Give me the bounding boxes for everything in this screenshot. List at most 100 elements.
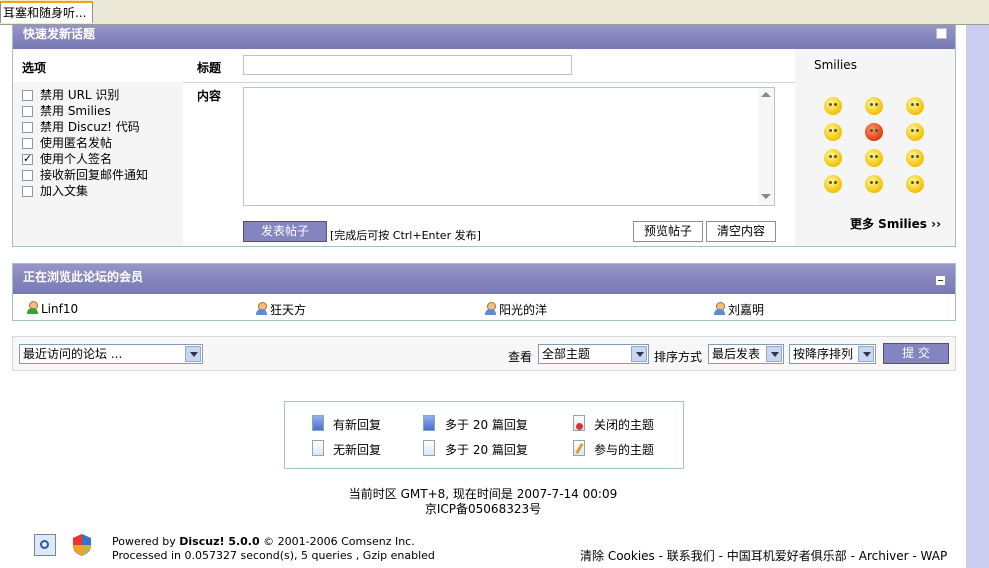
- smiley-biggrin-icon[interactable]: [906, 97, 924, 115]
- chevron-down-icon[interactable]: [185, 346, 201, 362]
- checkbox-anonymous[interactable]: [22, 138, 33, 149]
- textarea-scrollbar[interactable]: [758, 88, 774, 205]
- icp-text: 京ICP备05068323号: [424, 502, 542, 516]
- clear-button[interactable]: 清空内容: [706, 221, 776, 242]
- smiley-sad-icon[interactable]: [865, 97, 883, 115]
- site-link[interactable]: 中国耳机爱好者俱乐部: [727, 549, 847, 563]
- smiley-smile-icon[interactable]: [824, 97, 842, 115]
- browser-tab[interactable]: 耳塞和随身听...: [0, 1, 94, 23]
- smilies-label: Smilies: [814, 58, 857, 72]
- smiley-shocked-icon[interactable]: [824, 149, 842, 167]
- user-link[interactable]: Linf10: [26, 301, 78, 316]
- content-label: 内容: [197, 89, 222, 103]
- smiley-huffy-icon[interactable]: [906, 123, 924, 141]
- collapse-icon[interactable]: [936, 276, 945, 285]
- scroll-up-icon[interactable]: [761, 92, 771, 97]
- toolbar-submit-button[interactable]: 提 交: [883, 343, 949, 364]
- option-add-collection[interactable]: 加入文集: [22, 183, 88, 199]
- legend-hot: 多于 20 篇回复: [445, 443, 528, 457]
- view-select[interactable]: 全部主题: [538, 344, 649, 364]
- smiley-shy-icon[interactable]: [906, 149, 924, 167]
- view-value: 全部主题: [542, 347, 591, 361]
- legend-hot-new: 多于 20 篇回复: [445, 418, 528, 432]
- no-new-reply-icon: [312, 440, 324, 456]
- user-icon: [484, 302, 496, 316]
- legend-new-reply: 有新回复: [333, 418, 382, 432]
- checkbox-email-notify[interactable]: [22, 170, 33, 181]
- subject-input[interactable]: [243, 55, 572, 75]
- clear-cookies-link[interactable]: 清除 Cookies: [580, 549, 655, 563]
- checkbox-disable-discuz-code[interactable]: [22, 122, 33, 133]
- order-value: 按降序排列: [793, 347, 854, 361]
- more-smilies-link[interactable]: 更多 Smilies ››: [850, 215, 941, 232]
- user-icon: [255, 302, 267, 316]
- validator-icon[interactable]: [34, 534, 56, 556]
- forum-jump-value: 最近访问的论坛 ...: [23, 347, 123, 361]
- tab-strip: 耳塞和随身听...: [0, 0, 989, 25]
- option-email-notify[interactable]: 接收新回复邮件通知: [22, 167, 148, 183]
- hot-icon: [423, 440, 435, 456]
- powered-by: Powered by Discuz! 5.0.0 © 2001-2006 Com…: [112, 535, 415, 548]
- preview-button[interactable]: 预览帖子: [633, 221, 703, 242]
- sort-label: 排序方式: [654, 350, 703, 364]
- option-label: 使用匿名发帖: [40, 136, 113, 150]
- user-link[interactable]: 刘嘉明: [713, 301, 764, 318]
- scroll-down-icon[interactable]: [761, 194, 771, 199]
- online-users-title: 正在浏览此论坛的会员: [23, 270, 144, 284]
- option-label: 禁用 URL 识别: [40, 88, 120, 102]
- contact-link[interactable]: 联系我们: [667, 549, 715, 563]
- sort-select[interactable]: 最后发表: [708, 344, 784, 364]
- legend-closed: 关闭的主题: [594, 418, 655, 432]
- lock-icon: [573, 415, 585, 431]
- link-separator: -: [654, 549, 667, 563]
- collapse-icon[interactable]: [936, 28, 947, 39]
- chevron-down-icon[interactable]: [766, 346, 782, 362]
- powered-name[interactable]: Discuz! 5.0.0: [179, 535, 259, 548]
- forum-jump-select[interactable]: 最近访问的论坛 ...: [19, 344, 203, 364]
- option-label: 接收新回复邮件通知: [40, 168, 149, 182]
- archiver-link[interactable]: Archiver: [859, 549, 909, 563]
- new-reply-icon: [312, 415, 324, 431]
- participated-icon: [573, 440, 585, 456]
- checkbox-disable-smilies[interactable]: [22, 106, 33, 117]
- order-select[interactable]: 按降序排列: [789, 344, 876, 364]
- submit-post-button[interactable]: 发表帖子: [243, 221, 327, 242]
- option-anonymous[interactable]: 使用匿名发帖: [22, 135, 112, 151]
- option-disable-discuz-code[interactable]: 禁用 Discuz! 代码: [22, 119, 140, 135]
- chevron-down-icon[interactable]: [858, 346, 874, 362]
- view-label: 查看: [508, 350, 533, 364]
- option-disable-url[interactable]: 禁用 URL 识别: [22, 87, 119, 103]
- user-icon: [713, 302, 725, 316]
- quick-post-header: 快速发新话题: [13, 25, 955, 49]
- chevron-down-icon[interactable]: [631, 346, 647, 362]
- processed-text: Processed in 0.057327 second(s), 5 queri…: [112, 549, 435, 562]
- user-icon: [26, 301, 38, 315]
- shield-icon[interactable]: [71, 533, 93, 557]
- submit-hint: [完成后可按 Ctrl+Enter 发布]: [330, 229, 481, 242]
- option-signature[interactable]: 使用个人签名: [22, 151, 112, 167]
- icon-legend: 有新回复 无新回复 多于 20 篇回复 多于 20 篇回复 关闭的主题 参与的主…: [284, 401, 684, 469]
- powered-prefix: Powered by: [112, 535, 180, 548]
- content-textarea[interactable]: [243, 87, 775, 206]
- option-label: 加入文集: [40, 184, 89, 198]
- link-separator: -: [714, 549, 727, 563]
- option-disable-smilies[interactable]: 禁用 Smilies: [22, 103, 111, 119]
- checkbox-add-collection[interactable]: [22, 186, 33, 197]
- wap-link[interactable]: WAP: [921, 549, 948, 563]
- legend-participated: 参与的主题: [594, 443, 655, 457]
- user-link[interactable]: 阳光的洋: [484, 301, 547, 318]
- smiley-lol-icon[interactable]: [906, 175, 924, 193]
- smiley-sweat-icon[interactable]: [865, 175, 883, 193]
- checkbox-signature[interactable]: [22, 151, 33, 167]
- online-users-panel: 正在浏览此论坛的会员 Linf10 狂天方 阳光的洋 刘嘉明: [12, 263, 956, 321]
- quick-post-panel: 快速发新话题 选项 标题 Smilies 禁用 URL 识别 禁用 Smilie…: [12, 25, 956, 247]
- smiley-titter-icon[interactable]: [824, 175, 842, 193]
- user-name: Linf10: [41, 302, 79, 316]
- checkbox-disable-url[interactable]: [22, 90, 33, 101]
- smiley-tongue-icon[interactable]: [865, 149, 883, 167]
- smiley-angry-icon[interactable]: [865, 123, 883, 141]
- online-users-list: Linf10 狂天方 阳光的洋 刘嘉明: [13, 294, 955, 320]
- user-link[interactable]: 狂天方: [255, 301, 306, 318]
- subject-label: 标题: [197, 61, 222, 75]
- smiley-cry-icon[interactable]: [824, 123, 842, 141]
